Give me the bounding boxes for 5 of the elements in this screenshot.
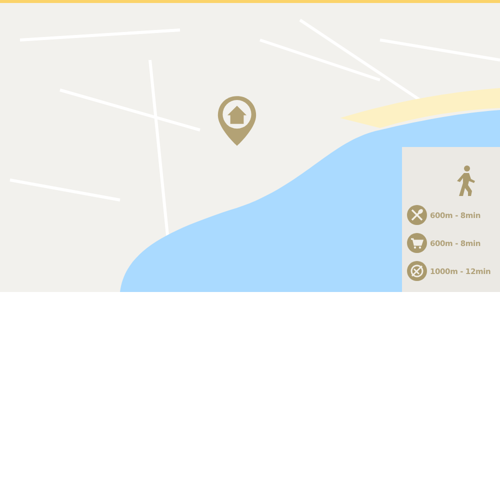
home-pin-icon <box>216 94 258 148</box>
cutlery-icon <box>407 205 427 225</box>
ball-icon <box>407 261 427 281</box>
shopping-cart-icon <box>407 233 427 253</box>
walking-person-icon <box>454 165 474 197</box>
